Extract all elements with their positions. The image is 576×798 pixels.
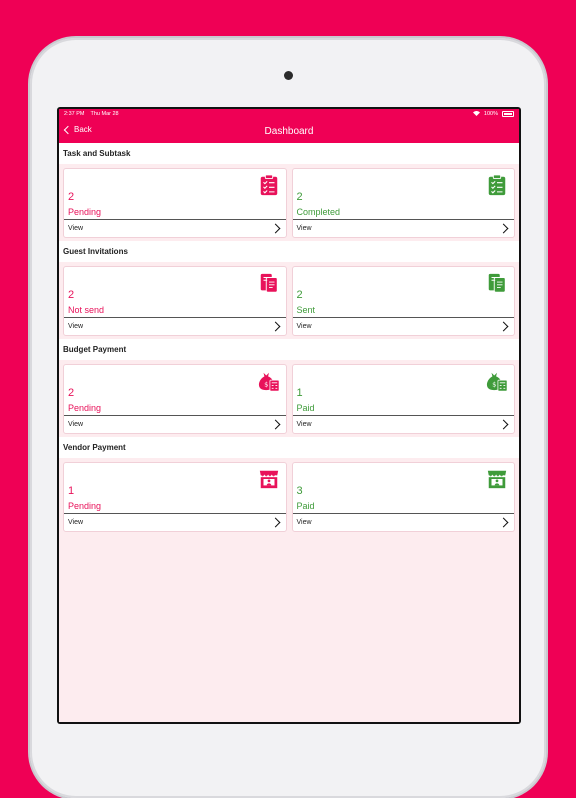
card-count: 2 [68, 387, 75, 399]
svg-text:$: $ [264, 381, 268, 389]
card-vendor-paid: 3 Paid View [291, 462, 515, 532]
view-label: View [68, 323, 84, 330]
front-camera [284, 71, 293, 80]
section-guest-invitations: Guest Invitations 2 Not send View 2 Sent… [59, 241, 519, 339]
view-label: View [296, 225, 312, 232]
card-tasks-pending: 2 Pending View [63, 168, 287, 238]
view-button[interactable]: View [64, 317, 286, 335]
chevron-right-icon [270, 321, 280, 332]
chevron-right-icon [270, 419, 280, 430]
card-count: 2 [296, 289, 303, 301]
app-window: 2:37 PM Thu Mar 28 100% Back Dashboard T… [59, 109, 519, 722]
view-label: View [68, 225, 84, 232]
card-count: 1 [68, 485, 75, 497]
card-budget-pending: $ 2 Pending View [63, 364, 287, 434]
battery-icon [502, 111, 514, 117]
back-button[interactable]: Back [63, 125, 92, 134]
wifi-icon [472, 110, 480, 118]
invitation-card-icon [260, 273, 278, 293]
card-invitations-not-send: 2 Not send View [63, 266, 287, 336]
screen: 2:37 PM Thu Mar 28 100% Back Dashboard T… [57, 107, 521, 724]
card-vendor-pending: 1 Pending View [63, 462, 287, 532]
status-date: Thu Mar 28 [90, 111, 119, 117]
card-count: 2 [68, 191, 75, 203]
card-row: 1 Pending View 3 Paid View [59, 458, 519, 535]
card-row: $ 2 Pending View $ 1 Paid View [59, 360, 519, 437]
status-bar: 2:37 PM Thu Mar 28 100% [59, 109, 519, 119]
chevron-right-icon [498, 223, 509, 234]
card-row: 2 Not send View 2 Sent View [59, 262, 519, 339]
chevron-left-icon [63, 125, 73, 134]
section-budget-payment: Budget Payment $ 2 Pending View $ 1 Paid… [59, 339, 519, 437]
card-label: Completed [296, 207, 341, 217]
card-row: 2 Pending View 2 Completed View [59, 164, 519, 241]
view-button[interactable]: View [64, 415, 286, 433]
money-bag-calculator-icon: $ [486, 372, 508, 392]
view-label: View [296, 519, 312, 526]
clipboard-checklist-icon [488, 174, 506, 196]
card-label: Pending [68, 207, 102, 217]
view-button[interactable]: View [292, 415, 514, 433]
chevron-right-icon [270, 517, 280, 528]
card-count: 2 [68, 289, 75, 301]
card-label: Paid [296, 403, 315, 413]
section-title: Task and Subtask [59, 143, 519, 164]
navigation-bar: Back Dashboard [59, 119, 519, 143]
view-label: View [296, 421, 312, 428]
view-label: View [68, 519, 84, 526]
battery-percent: 100% [483, 111, 498, 117]
section-task-and-subtask: Task and Subtask 2 Pending View 2 Comple… [59, 143, 519, 241]
chevron-right-icon [498, 419, 509, 430]
chevron-right-icon [498, 321, 509, 332]
view-button[interactable]: View [292, 513, 514, 531]
view-button[interactable]: View [64, 513, 286, 531]
card-count: 2 [296, 191, 303, 203]
vendor-stall-icon [487, 470, 507, 489]
card-label: Paid [296, 501, 315, 511]
chevron-right-icon [498, 517, 509, 528]
card-count: 3 [296, 485, 303, 497]
card-label: Not send [68, 305, 105, 315]
page-title: Dashboard [264, 125, 314, 137]
card-count: 1 [296, 387, 303, 399]
section-title: Vendor Payment [59, 437, 519, 458]
chevron-right-icon [270, 223, 280, 234]
vendor-stall-icon [259, 470, 278, 489]
section-vendor-payment: Vendor Payment 1 Pending View 3 Paid Vie… [59, 437, 519, 535]
view-button[interactable]: View [292, 219, 514, 237]
view-label: View [68, 421, 84, 428]
section-title: Budget Payment [59, 339, 519, 360]
svg-text:$: $ [492, 381, 496, 389]
card-tasks-completed: 2 Completed View [291, 168, 515, 238]
card-invitations-sent: 2 Sent View [291, 266, 515, 336]
card-budget-paid: $ 1 Paid View [291, 364, 515, 434]
money-bag-calculator-icon: $ [258, 372, 279, 392]
clipboard-checklist-icon [260, 174, 277, 196]
card-label: Pending [68, 403, 102, 413]
invitation-card-icon [488, 273, 506, 293]
view-label: View [296, 323, 312, 330]
status-time: 2:37 PM [64, 111, 85, 117]
view-button[interactable]: View [292, 317, 514, 335]
view-button[interactable]: View [64, 219, 286, 237]
card-label: Sent [296, 305, 316, 315]
back-label: Back [74, 125, 92, 134]
card-label: Pending [68, 501, 102, 511]
section-title: Guest Invitations [59, 241, 519, 262]
